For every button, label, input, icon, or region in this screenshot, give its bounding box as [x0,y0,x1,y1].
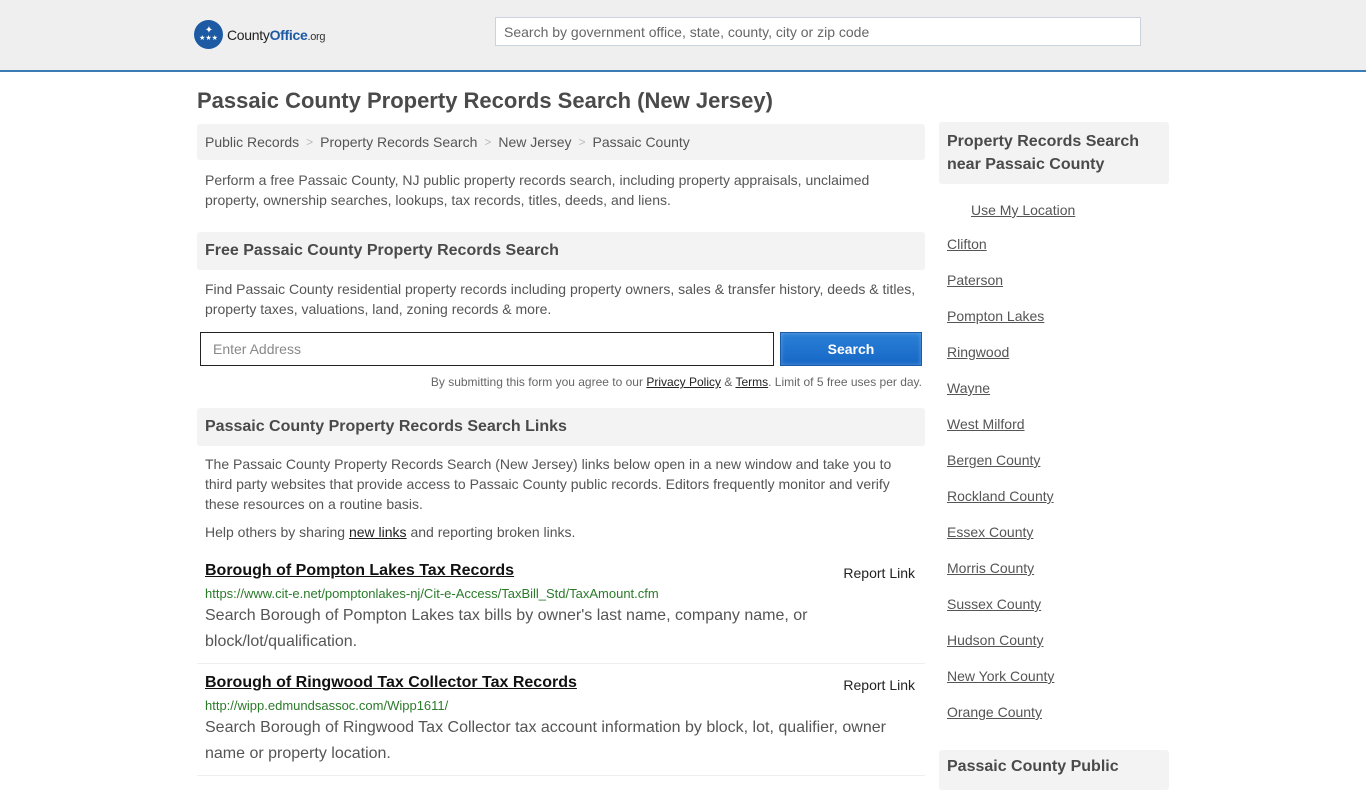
search-button[interactable]: Search [780,332,922,366]
record-link-item: Borough of Ringwood Tax Collector Tax Re… [197,664,925,776]
nearby-item: Clifton [939,226,1169,262]
nearby-link-hudson-county[interactable]: Hudson County [947,632,1044,648]
free-search-description: Find Passaic County residential property… [205,281,916,317]
site-header: ✦ ★★★ CountyOffice.org [0,0,1366,72]
report-link-button[interactable]: Report Link [843,677,915,693]
nearby-link-bergen-county[interactable]: Bergen County [947,452,1040,468]
nearby-link-clifton[interactable]: Clifton [947,236,987,252]
nearby-heading: Property Records Search near Passaic Cou… [939,122,1169,184]
nearby-link-west-milford[interactable]: West Milford [947,416,1025,432]
nearby-item: Bergen County [939,442,1169,478]
address-input[interactable] [200,332,774,366]
logo-text: CountyOffice.org [227,26,326,43]
nearby-link-rockland-county[interactable]: Rockland County [947,488,1054,504]
nearby-item: Ringwood [939,334,1169,370]
breadcrumb: Public Records > Property Records Search… [197,124,925,160]
nearby-item: West Milford [939,406,1169,442]
breadcrumb-public-records[interactable]: Public Records [205,134,299,150]
nearby-link-ringwood[interactable]: Ringwood [947,344,1009,360]
nearby-link-sussex-county[interactable]: Sussex County [947,596,1041,612]
nearby-link-morris-county[interactable]: Morris County [947,560,1034,576]
nearby-item: Rockland County [939,478,1169,514]
nearby-item: Orange County [939,694,1169,730]
record-link-title[interactable]: Borough of Ringwood Tax Collector Tax Re… [205,674,577,691]
breadcrumb-new-jersey[interactable]: New Jersey [498,134,571,150]
page-title: Passaic County Property Records Search (… [197,88,773,113]
nearby-item: Sussex County [939,586,1169,622]
use-my-location-link[interactable]: Use My Location [971,202,1169,218]
record-link-item: Borough of Pompton Lakes Tax Records Rep… [197,552,925,664]
eagle-stars-icon: ✦ ★★★ [194,20,223,49]
record-link-title[interactable]: Borough of Pompton Lakes Tax Records [205,562,514,579]
breadcrumb-separator: > [306,135,314,149]
nearby-item: Morris County [939,550,1169,586]
help-text: Help others by sharing new links and rep… [197,514,925,540]
help-suffix: and reporting broken links. [406,524,576,540]
record-link-url: https://www.cit-e.net/pomptonlakes-nj/Ci… [205,586,659,601]
nearby-item: Hudson County [939,622,1169,658]
breadcrumb-separator: > [578,135,586,149]
links-description: The Passaic County Property Records Sear… [205,456,892,512]
form-disclaimer: By submitting this form you agree to our… [197,375,925,389]
record-link-description: Search Borough of Pompton Lakes tax bill… [205,607,808,650]
breadcrumb-passaic-county[interactable]: Passaic County [593,134,690,150]
main-content: Public Records > Property Records Search… [197,124,925,776]
links-heading: Passaic County Property Records Search L… [197,408,925,446]
record-link-description: Search Borough of Ringwood Tax Collector… [205,719,886,762]
disclaimer-suffix: . Limit of 5 free uses per day. [768,375,922,389]
privacy-policy-link[interactable]: Privacy Policy [646,375,721,389]
global-search-input[interactable] [495,17,1141,46]
nearby-item: Paterson [939,262,1169,298]
nearby-link-new-york-county[interactable]: New York County [947,668,1054,684]
record-link-url: http://wipp.edmundsassoc.com/Wipp1611/ [205,698,449,713]
sidebar: Property Records Search near Passaic Cou… [939,122,1169,790]
nearby-link-essex-county[interactable]: Essex County [947,524,1033,540]
free-search-heading: Free Passaic County Property Records Sea… [197,232,925,270]
nearby-list: Clifton Paterson Pompton Lakes Ringwood … [939,226,1169,730]
address-search-form: Search [197,332,925,366]
nearby-link-pompton-lakes[interactable]: Pompton Lakes [947,308,1044,324]
nearby-link-orange-county[interactable]: Orange County [947,704,1042,720]
disclaimer-prefix: By submitting this form you agree to our [430,375,647,389]
disclaimer-amp: & [721,375,736,389]
nearby-link-wayne[interactable]: Wayne [947,380,990,396]
nearby-item: Wayne [939,370,1169,406]
breadcrumb-separator: > [484,135,492,149]
help-prefix: Help others by sharing [205,524,349,540]
site-logo[interactable]: ✦ ★★★ CountyOffice.org [194,20,326,49]
public-records-heading: Passaic County Public [939,750,1169,790]
nearby-item: New York County [939,658,1169,694]
nearby-item: Essex County [939,514,1169,550]
nearby-link-paterson[interactable]: Paterson [947,272,1003,288]
nearby-item: Pompton Lakes [939,298,1169,334]
report-link-button[interactable]: Report Link [843,565,915,581]
breadcrumb-property-records-search[interactable]: Property Records Search [320,134,477,150]
intro-text: Perform a free Passaic County, NJ public… [205,172,870,208]
new-links-link[interactable]: new links [349,524,407,540]
terms-link[interactable]: Terms [735,375,768,389]
